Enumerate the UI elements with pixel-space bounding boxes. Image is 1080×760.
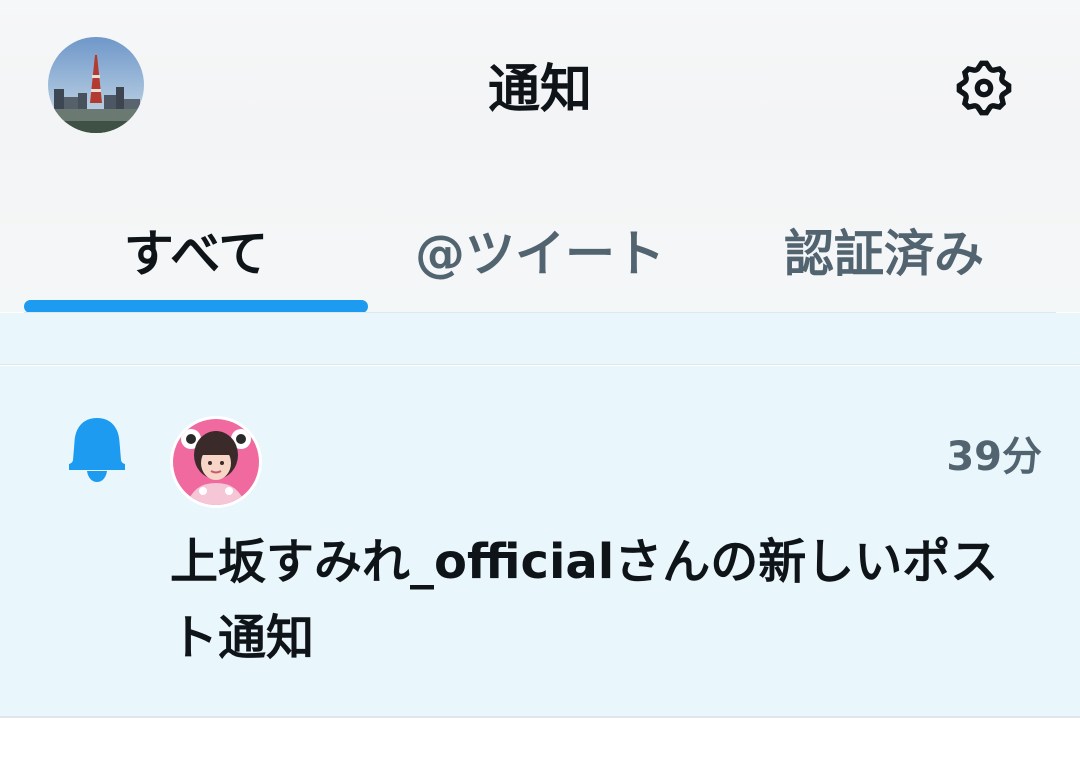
notification-text: 上坂すみれ_officialさんの新しいポスト通知 [170, 534, 999, 666]
header: 通知 すべて @ツイート 認証済み [0, 0, 1080, 313]
page-title: 通知 [487, 60, 592, 120]
account-avatar[interactable] [170, 416, 262, 508]
list-spacer [0, 313, 1080, 365]
account-avatar-image [173, 419, 259, 505]
notification-tabs: すべて @ツイート 認証済み [24, 200, 1056, 313]
tab-verified[interactable]: 認証済み [712, 200, 1056, 300]
notification-item[interactable]: 39分 上坂すみれ_officialさんの新しいポスト通知 [0, 366, 1080, 718]
tab-all[interactable]: すべて [24, 200, 368, 300]
settings-button[interactable] [950, 54, 1018, 122]
tab-mentions[interactable]: @ツイート [368, 200, 712, 300]
notification-timestamp: 39分 [946, 434, 1042, 480]
gear-icon [956, 60, 1012, 116]
bell-icon [69, 418, 125, 482]
notifications-screen: 通知 すべて @ツイート 認証済み 39分 上坂すみれ_officialさんの新… [0, 0, 1080, 760]
